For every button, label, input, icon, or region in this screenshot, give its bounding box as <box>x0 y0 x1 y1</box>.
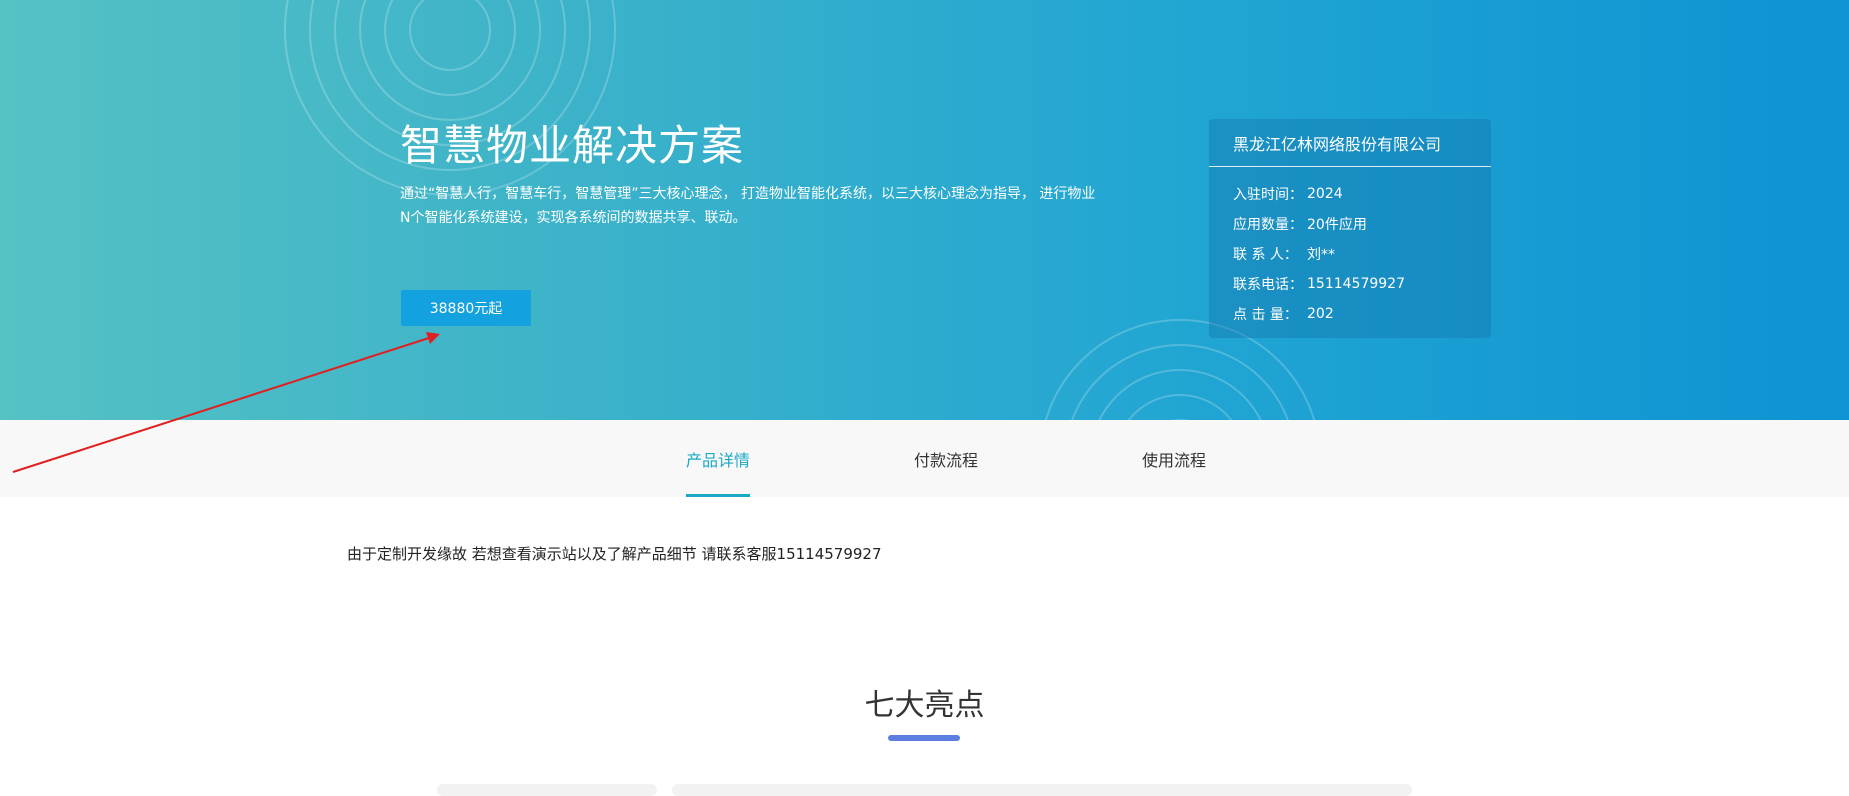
info-row-app-count: 应用数量： 20件应用 <box>1233 209 1491 239</box>
page-title: 智慧物业解决方案 <box>400 121 745 170</box>
active-tab-indicator <box>686 494 750 497</box>
section-title: 七大亮点 <box>864 688 985 723</box>
feature-card-stub <box>672 784 1412 796</box>
info-row-contact: 联 系 人： 刘** <box>1233 239 1491 269</box>
contact-notice: 由于定制开发缘故 若想查看演示站以及了解产品细节 请联系客服1511457992… <box>347 545 882 563</box>
info-label: 联 系 人： <box>1233 247 1298 263</box>
tab-product-details[interactable]: 产品详情 <box>686 420 750 497</box>
info-value: 15114579927 <box>1307 276 1405 292</box>
company-info-card: 黑龙江亿林网络股份有限公司 入驻时间： 2024 应用数量： 20件应用 联 系… <box>1209 119 1491 338</box>
info-label: 联系电话： <box>1233 277 1303 293</box>
info-value: 刘** <box>1307 247 1335 263</box>
hero-description: 通过“智慧人行，智慧车行，智慧管理”三大核心理念， 打造物业智能化系统，以三大核… <box>400 186 1096 226</box>
company-info-list: 入驻时间： 2024 应用数量： 20件应用 联 系 人： 刘** 联系电话： … <box>1209 167 1491 329</box>
price-button[interactable]: 38880元起 <box>401 290 531 326</box>
info-row-phone: 联系电话： 15114579927 <box>1233 269 1491 299</box>
info-value: 202 <box>1307 306 1334 322</box>
info-label: 入驻时间： <box>1233 187 1303 203</box>
tab-payment-process[interactable]: 付款流程 <box>914 420 978 497</box>
info-label: 应用数量： <box>1233 217 1303 233</box>
info-value: 20件应用 <box>1307 217 1367 233</box>
feature-card-stub <box>437 784 657 796</box>
info-value: 2024 <box>1307 186 1343 202</box>
hero-banner: 智慧物业解决方案 通过“智慧人行，智慧车行，智慧管理”三大核心理念， 打造物业智… <box>0 0 1849 420</box>
company-name[interactable]: 黑龙江亿林网络股份有限公司 <box>1209 119 1491 167</box>
info-row-clicks: 点 击 量： 202 <box>1233 299 1491 329</box>
tab-bar: 产品详情 付款流程 使用流程 <box>0 420 1849 497</box>
tab-usage-process[interactable]: 使用流程 <box>1142 420 1206 497</box>
section-title-underline <box>888 735 960 741</box>
info-row-join-time: 入驻时间： 2024 <box>1233 179 1491 209</box>
info-label: 点 击 量： <box>1233 307 1298 323</box>
